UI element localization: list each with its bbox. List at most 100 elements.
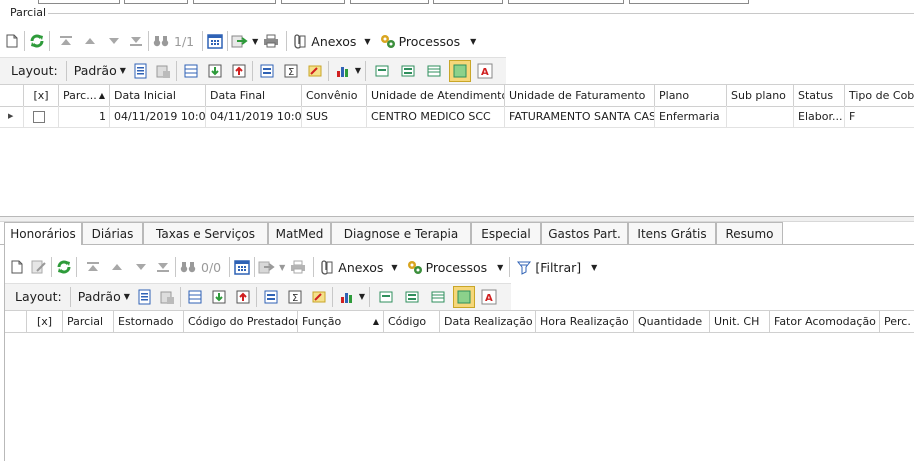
sum-icon[interactable]: Σ (286, 288, 304, 306)
processos-dropdown-arrow[interactable]: ▼ (497, 263, 503, 272)
tab-diagnose-terapia[interactable]: Diagnose e Terapia (331, 222, 471, 244)
cell-tipo-cobranca[interactable]: F (845, 106, 914, 127)
top-button-3[interactable] (193, 0, 276, 4)
sum-icon[interactable]: Σ (282, 62, 300, 80)
last-record-icon[interactable] (127, 32, 145, 50)
export-arrow-icon[interactable] (258, 258, 276, 276)
view-list-icon[interactable] (373, 62, 391, 80)
tab-especial[interactable]: Especial (471, 222, 541, 244)
paperclip-icon[interactable] (290, 32, 308, 50)
calendar-grid-icon[interactable] (206, 32, 224, 50)
export-dropdown-arrow[interactable]: ▼ (252, 37, 258, 46)
last-record-icon[interactable] (154, 258, 172, 276)
tab-honorarios[interactable]: Honorários (4, 222, 82, 244)
group-panel-icon[interactable] (262, 288, 280, 306)
anexos-dropdown-arrow[interactable]: ▼ (364, 37, 370, 46)
cell-unidade-faturamento[interactable]: FATURAMENTO SANTA CASA (505, 106, 655, 127)
top-button-1[interactable] (38, 0, 120, 4)
next-record-icon[interactable] (105, 32, 123, 50)
save-layout-icon[interactable] (136, 288, 154, 306)
processes-gears-icon[interactable] (406, 258, 424, 276)
highlight-icon[interactable] (306, 62, 324, 80)
top-button-4[interactable] (281, 0, 345, 4)
delete-layout-icon[interactable] (154, 62, 172, 80)
column-header-status[interactable]: Status (794, 85, 845, 106)
filtrar-button[interactable]: [Filtrar] (535, 260, 581, 275)
edit-document-icon[interactable] (30, 258, 48, 276)
processos-button[interactable]: Processos (399, 34, 461, 49)
column-header-data-realizacao[interactable]: Data Realização (440, 311, 536, 332)
new-document-icon[interactable] (8, 258, 26, 276)
view-grid-icon[interactable] (429, 288, 447, 306)
tab-matmed[interactable]: MatMed (268, 222, 331, 244)
previous-record-icon[interactable] (81, 32, 99, 50)
view-details-icon[interactable] (403, 288, 421, 306)
refresh-icon[interactable] (55, 258, 73, 276)
anexos-button[interactable]: Anexos (338, 260, 383, 275)
cell-status[interactable]: Elabor... (794, 106, 845, 127)
delete-layout-icon[interactable] (158, 288, 176, 306)
chart-icon[interactable] (334, 62, 352, 80)
column-header-unit-ch[interactable]: Unit. CH (710, 311, 770, 332)
column-header-fator-acomodacao[interactable]: Fator Acomodação (770, 311, 880, 332)
export-layout-icon[interactable] (230, 62, 248, 80)
view-card-icon[interactable] (453, 285, 476, 308)
new-document-icon[interactable] (3, 32, 21, 50)
top-button-6[interactable] (433, 0, 503, 4)
chart-icon[interactable] (338, 288, 356, 306)
column-header-tipo-cobranca[interactable]: Tipo de Cobra (845, 85, 914, 106)
processes-gears-icon[interactable] (379, 32, 397, 50)
column-header-data-inicial[interactable]: Data Inicial (110, 85, 206, 106)
column-header-select[interactable]: [x] (27, 311, 63, 332)
top-button-5[interactable] (350, 0, 429, 4)
layout-select[interactable]: Padrão (78, 289, 121, 304)
binoculars-icon[interactable] (179, 258, 197, 276)
printer-icon[interactable] (262, 32, 280, 50)
view-details-icon[interactable] (399, 62, 417, 80)
column-header-perc-h[interactable]: Perc. H (880, 311, 914, 332)
row-checkbox[interactable] (33, 111, 45, 123)
table-row[interactable]: ▶ 1 04/11/2019 10:09 04/11/2019 10:09 SU… (0, 106, 914, 128)
column-header-codigo-prestador[interactable]: Código do Prestador (184, 311, 298, 332)
layout-dropdown-arrow[interactable]: ▼ (124, 292, 130, 301)
top-button-7[interactable] (508, 0, 624, 4)
filtrar-dropdown-arrow[interactable]: ▼ (591, 263, 597, 272)
column-header-sub-plano[interactable]: Sub plano (727, 85, 794, 106)
column-header-hora-realizacao[interactable]: Hora Realização (536, 311, 634, 332)
anexos-button[interactable]: Anexos (311, 34, 356, 49)
view-card-icon[interactable] (449, 59, 472, 82)
layout-select[interactable]: Padrão (74, 63, 117, 78)
cell-data-final[interactable]: 04/11/2019 10:09 (206, 106, 302, 127)
import-layout-icon[interactable] (206, 62, 224, 80)
view-grid-icon[interactable] (425, 62, 443, 80)
tab-resumo[interactable]: Resumo (716, 222, 783, 244)
import-layout-icon[interactable] (210, 288, 228, 306)
cell-parcela[interactable]: 1 (59, 106, 110, 127)
column-header-unidade-faturamento[interactable]: Unidade de Faturamento (505, 85, 655, 106)
tab-taxas-servicos[interactable]: Taxas e Serviços (143, 222, 268, 244)
export-arrow-icon[interactable] (231, 32, 249, 50)
export-dropdown-arrow[interactable]: ▼ (279, 263, 285, 272)
tab-diarias[interactable]: Diárias (82, 222, 143, 244)
chart-dropdown-arrow[interactable]: ▼ (359, 292, 365, 301)
first-record-icon[interactable] (57, 32, 75, 50)
cell-data-inicial[interactable]: 04/11/2019 10:09 (110, 106, 206, 127)
font-icon[interactable]: A (480, 288, 498, 306)
paperclip-icon[interactable] (317, 258, 335, 276)
chart-dropdown-arrow[interactable]: ▼ (355, 66, 361, 75)
column-header-codigo[interactable]: Código (384, 311, 440, 332)
columns-icon[interactable] (182, 62, 200, 80)
processos-dropdown-arrow[interactable]: ▼ (470, 37, 476, 46)
top-button-2[interactable] (124, 0, 188, 4)
save-layout-icon[interactable] (132, 62, 150, 80)
export-layout-icon[interactable] (234, 288, 252, 306)
column-header-funcao[interactable]: Função ▲ (298, 311, 384, 332)
top-button-8[interactable] (629, 0, 749, 4)
group-panel-icon[interactable] (258, 62, 276, 80)
cell-convenio[interactable]: SUS (302, 106, 367, 127)
column-header-plano[interactable]: Plano (655, 85, 727, 106)
anexos-dropdown-arrow[interactable]: ▼ (391, 263, 397, 272)
column-header-data-final[interactable]: Data Final (206, 85, 302, 106)
column-header-parcial[interactable]: Parcial (63, 311, 114, 332)
previous-record-icon[interactable] (108, 258, 126, 276)
